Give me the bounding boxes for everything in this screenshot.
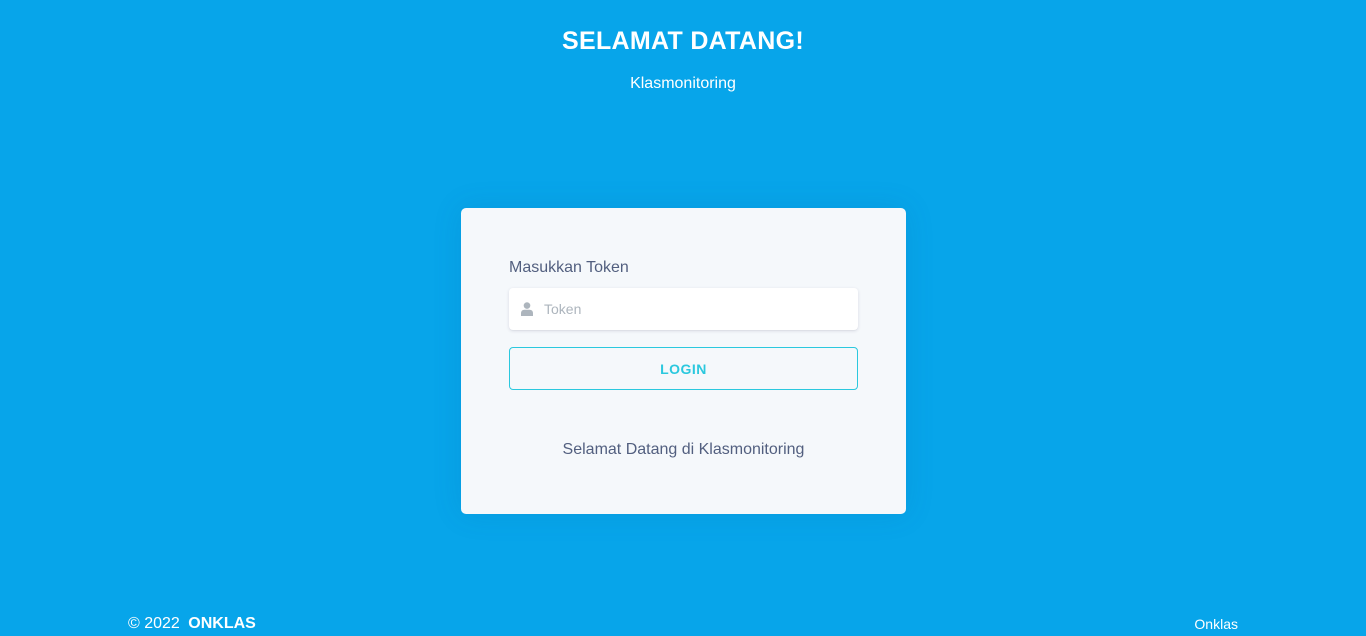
login-button[interactable]: LOGIN	[509, 347, 858, 390]
token-field-label: Masukkan Token	[509, 259, 629, 276]
token-input-group[interactable]	[509, 288, 858, 330]
token-input[interactable]	[544, 288, 844, 330]
footer-onklas-link[interactable]: Onklas	[1194, 616, 1238, 633]
page-header: SELAMAT DATANG! Klasmonitoring	[0, 26, 1366, 94]
page-title: SELAMAT DATANG!	[562, 27, 804, 55]
user-icon	[521, 302, 533, 316]
copyright-text: © 2022	[128, 615, 180, 632]
footer-brand-link[interactable]: ONKLAS	[188, 615, 256, 632]
login-card: Masukkan Token LOGIN Selamat Datang di K…	[461, 208, 906, 514]
page-subtitle: Klasmonitoring	[630, 75, 736, 92]
footer-copyright: © 2022 ONKLAS	[128, 615, 256, 633]
login-page: SELAMAT DATANG! Klasmonitoring Masukkan …	[0, 0, 1366, 636]
welcome-text: Selamat Datang di Klasmonitoring	[562, 441, 805, 458]
